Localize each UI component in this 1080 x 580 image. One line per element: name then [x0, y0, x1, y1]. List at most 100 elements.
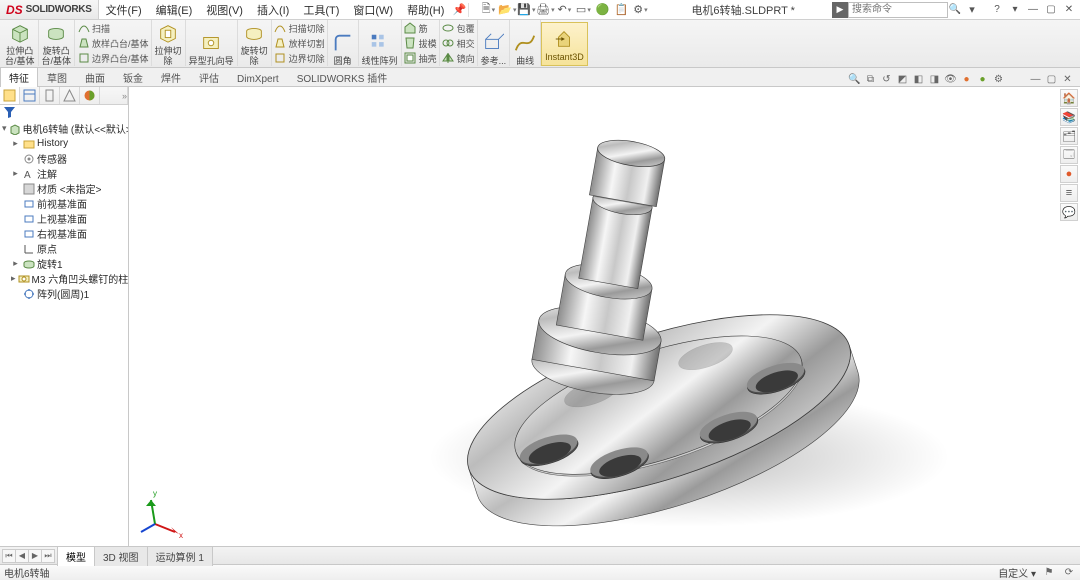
tree-annotations[interactable]: ▸A注解: [2, 166, 128, 181]
tree-right-plane[interactable]: 右视基准面: [2, 226, 128, 241]
menu-window[interactable]: 窗口(W): [346, 0, 400, 19]
tree-history[interactable]: ▸History: [2, 136, 128, 151]
open-doc-button[interactable]: 📂: [499, 2, 515, 18]
taskpane-design-library-icon[interactable]: 📚: [1060, 108, 1078, 126]
cmd-loft-boss[interactable]: 放样凸台/基体: [77, 36, 149, 50]
menu-edit[interactable]: 编辑(E): [149, 0, 200, 19]
section-view-icon[interactable]: ◩: [896, 73, 909, 86]
taskpane-file-explorer-icon[interactable]: 🗂: [1060, 127, 1078, 145]
tab-property-manager[interactable]: [20, 87, 40, 104]
tree-root[interactable]: ▾电机6转轴 (默认<<默认>_显: [2, 121, 128, 136]
menu-pin-icon[interactable]: 📌: [451, 2, 467, 18]
scene-icon[interactable]: ●: [976, 73, 989, 86]
rebuild-button[interactable]: 🟢: [594, 2, 610, 18]
tab-sketch[interactable]: 草图: [38, 67, 76, 87]
tab-surfaces[interactable]: 曲面: [76, 67, 114, 87]
tab-dimxpert-manager[interactable]: [60, 87, 80, 104]
doc-close-icon[interactable]: ✕: [1061, 73, 1074, 86]
tree-front-plane[interactable]: 前视基准面: [2, 196, 128, 211]
taskpane-home-icon[interactable]: 🏠: [1060, 89, 1078, 107]
cmd-linear-pattern[interactable]: 线性阵列: [359, 20, 402, 66]
taskpane-view-palette-icon[interactable]: 🗔: [1060, 146, 1078, 164]
cmd-rib[interactable]: 筋: [404, 21, 437, 35]
cmd-boundary-cut[interactable]: 边界切除: [274, 51, 325, 65]
taskpane-appearances-icon[interactable]: ●: [1060, 165, 1078, 183]
status-refresh-icon[interactable]: ⟳: [1062, 566, 1076, 580]
tab-config-manager[interactable]: [40, 87, 60, 104]
tree-filter[interactable]: [0, 105, 128, 119]
tab-next-arrow[interactable]: ▶: [28, 549, 42, 563]
tab-first-arrow[interactable]: ⏮: [2, 549, 16, 563]
panel-expand[interactable]: »: [100, 87, 128, 104]
cmd-instant3d[interactable]: Instant3D: [541, 22, 588, 66]
cmd-mirror[interactable]: 镜向: [442, 51, 475, 65]
status-flag-icon[interactable]: ⚑: [1042, 566, 1056, 580]
help-button[interactable]: ?: [990, 3, 1004, 17]
sheet-model[interactable]: 模型: [57, 546, 95, 566]
hide-show-icon[interactable]: 👁: [944, 73, 957, 86]
cmd-reference-geometry[interactable]: 参考...: [478, 20, 511, 66]
undo-button[interactable]: ↶: [556, 2, 572, 18]
cmd-fillet[interactable]: 圆角: [328, 20, 359, 66]
close-button[interactable]: ✕: [1062, 3, 1076, 17]
menu-view[interactable]: 视图(V): [199, 0, 250, 19]
cmd-sweep-cut[interactable]: 扫描切除: [274, 21, 325, 35]
cmd-revolve-cut[interactable]: 旋转切 除: [238, 20, 272, 66]
menu-tools[interactable]: 工具(T): [296, 0, 346, 19]
cmd-curves[interactable]: 曲线: [510, 20, 541, 66]
status-unit-scheme[interactable]: 自定义 ▾: [998, 565, 1036, 580]
tree-feature-hole[interactable]: ▸M3 六角凹头螺钉的柱形沉: [2, 271, 128, 286]
save-button[interactable]: 💾: [518, 2, 534, 18]
zoom-area-icon[interactable]: ⧉: [864, 73, 877, 86]
graphics-viewport[interactable]: x y z 🏠 📚 🗂 🗔 ● ≡ 💬: [129, 87, 1080, 546]
tree-origin[interactable]: 原点: [2, 241, 128, 256]
tab-last-arrow[interactable]: ⏭: [41, 549, 55, 563]
search-go-icon[interactable]: 🔍: [948, 3, 962, 17]
doc-restore-icon[interactable]: ▢: [1045, 73, 1058, 86]
orientation-triad[interactable]: x y z: [137, 484, 193, 540]
maximize-button[interactable]: ▢: [1044, 3, 1058, 17]
minimize-button[interactable]: —: [1026, 3, 1040, 17]
cmd-shell[interactable]: 抽壳: [404, 51, 437, 65]
tab-feature-manager[interactable]: [0, 87, 20, 104]
tree-feature-revolve[interactable]: ▸旋转1: [2, 256, 128, 271]
tree-sensors[interactable]: 传感器: [2, 151, 128, 166]
options-button[interactable]: 📋: [613, 2, 629, 18]
taskpane-custom-props-icon[interactable]: ≡: [1060, 184, 1078, 202]
tab-features[interactable]: 特征: [0, 67, 38, 87]
cmd-extrude-cut[interactable]: 拉伸切 除: [152, 20, 186, 66]
tab-display-manager[interactable]: [80, 87, 100, 104]
tab-weldments[interactable]: 焊件: [152, 67, 190, 87]
tab-dimxpert[interactable]: DimXpert: [228, 71, 288, 87]
cmd-wrap[interactable]: 包覆: [442, 21, 475, 35]
zoom-fit-icon[interactable]: 🔍: [848, 73, 861, 86]
tab-sheetmetal[interactable]: 钣金: [114, 67, 152, 87]
cmd-extrude-boss[interactable]: 拉伸凸 台/基体: [2, 20, 39, 66]
select-button[interactable]: ▭: [575, 2, 591, 18]
sheet-motion1[interactable]: 运动算例 1: [147, 546, 213, 566]
menu-file[interactable]: 文件(F): [99, 0, 149, 19]
sheet-3dview[interactable]: 3D 视图: [94, 546, 148, 566]
menu-help[interactable]: 帮助(H): [400, 0, 451, 19]
tree-material[interactable]: 材质 <未指定>: [2, 181, 128, 196]
cmd-boundary-boss[interactable]: 边界凸台/基体: [77, 51, 149, 65]
search-input[interactable]: [848, 2, 948, 18]
tab-evaluate[interactable]: 评估: [190, 67, 228, 87]
doc-minimize-icon[interactable]: —: [1029, 73, 1042, 86]
settings-button[interactable]: ⚙: [632, 2, 648, 18]
new-doc-button[interactable]: 🗎: [480, 2, 496, 18]
taskpane-forum-icon[interactable]: 💬: [1060, 203, 1078, 221]
print-button[interactable]: 🖨: [537, 2, 553, 18]
view-settings-icon[interactable]: ⚙: [992, 73, 1005, 86]
search-dropdown[interactable]: ▾: [964, 2, 980, 18]
cmd-intersect[interactable]: 相交: [442, 36, 475, 50]
view-orient-icon[interactable]: ◧: [912, 73, 925, 86]
tab-addins[interactable]: SOLIDWORKS 插件: [288, 67, 397, 87]
prev-view-icon[interactable]: ↺: [880, 73, 893, 86]
display-style-icon[interactable]: ◨: [928, 73, 941, 86]
cmd-loft-cut[interactable]: 放样切割: [274, 36, 325, 50]
cmd-draft[interactable]: 拔模: [404, 36, 437, 50]
help-dropdown[interactable]: ▾: [1008, 3, 1022, 17]
appearance-icon[interactable]: ●: [960, 73, 973, 86]
tab-prev-arrow[interactable]: ◀: [15, 549, 29, 563]
